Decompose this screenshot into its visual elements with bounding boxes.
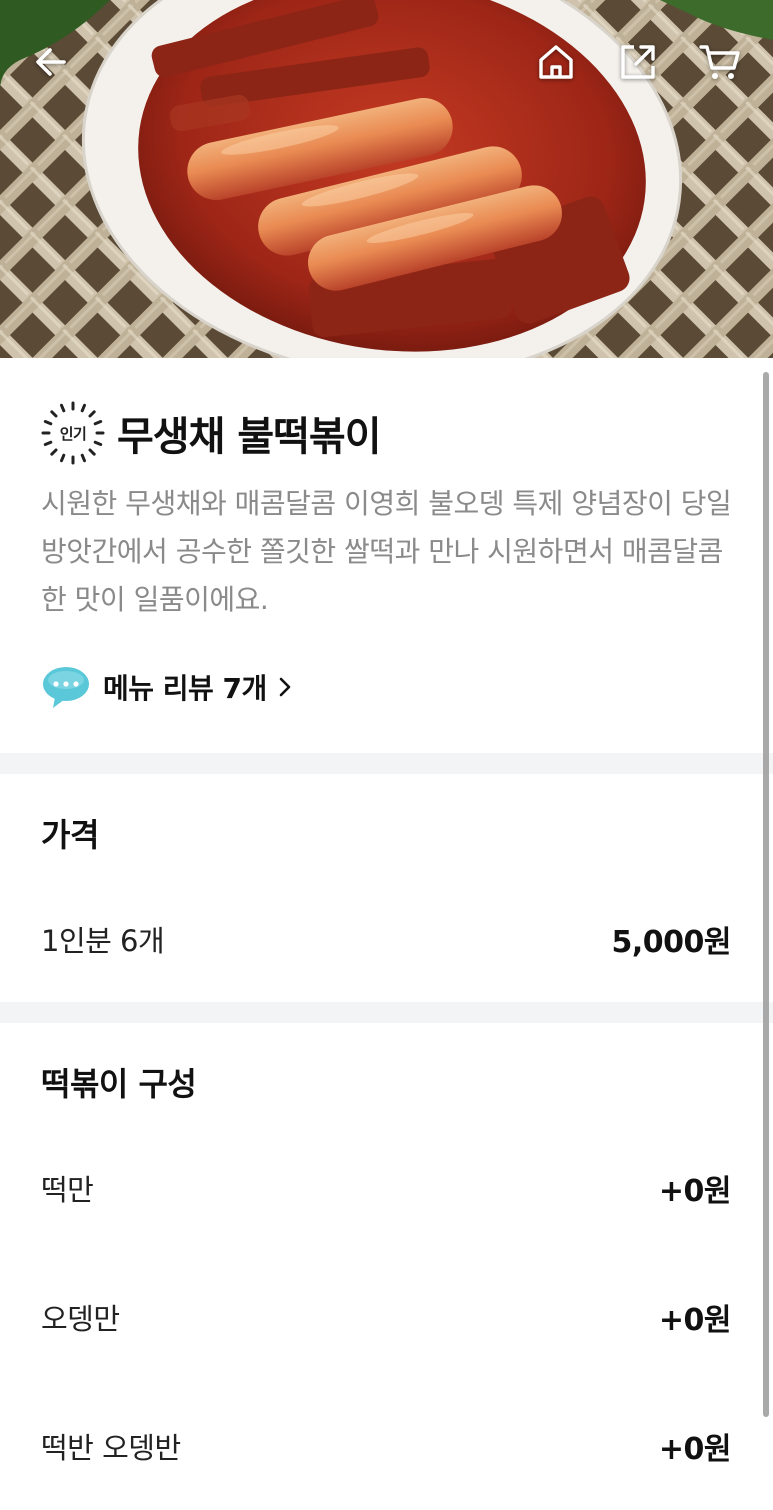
top-navigation-bar	[0, 0, 773, 130]
section-divider	[0, 1002, 773, 1023]
scrollbar[interactable]	[763, 372, 769, 1417]
composition-option-price: +0원	[658, 1174, 732, 1209]
menu-description: 시원한 무생채와 매콤달콤 이영희 불오뎅 특제 양념장이 당일 방앗간에서 공…	[41, 487, 732, 616]
price-section-title: 가격	[41, 816, 99, 854]
composition-option-label: 떡만	[41, 1173, 94, 1207]
home-icon	[539, 45, 573, 79]
composition-section-title: 떡볶이 구성	[41, 1065, 197, 1103]
composition-option-label: 오뎅만	[41, 1302, 120, 1336]
section-divider	[0, 753, 773, 774]
arrow-left-icon	[36, 48, 66, 76]
composition-option-row[interactable]: 떡반 오뎅반 +0원	[41, 1421, 732, 1471]
composition-option-price: +0원	[658, 1432, 732, 1467]
share-button[interactable]	[614, 38, 662, 86]
menu-info-section: 인기 무생채 불떡볶이 시원한 무생채와 매콤달콤 이영희 불오뎅 특제 양념장…	[0, 358, 773, 753]
composition-option-row[interactable]: 떡만 +0원	[41, 1163, 732, 1213]
back-button[interactable]	[27, 38, 75, 86]
composition-option-price: +0원	[658, 1303, 732, 1338]
share-icon	[621, 45, 655, 79]
menu-photo	[0, 0, 773, 358]
popular-badge-label: 인기	[59, 424, 87, 443]
menu-title: 무생채 불떡볶이	[117, 414, 382, 460]
composition-option-row[interactable]: 오뎅만 +0원	[41, 1292, 732, 1342]
cart-icon	[699, 45, 740, 79]
price-section: 가격 1인분 6개 5,000원	[0, 774, 773, 1002]
menu-review-link[interactable]: 메뉴 리뷰 7개	[41, 664, 293, 710]
home-button[interactable]	[532, 38, 580, 86]
chevron-right-icon	[279, 677, 291, 697]
menu-review-label: 메뉴 리뷰 7개	[103, 672, 267, 705]
price-option-value: 5,000원	[611, 925, 732, 960]
composition-option-label: 떡반 오뎅반	[41, 1431, 181, 1465]
cart-button[interactable]	[696, 38, 744, 86]
speech-bubble-icon	[43, 667, 89, 708]
composition-section: 떡볶이 구성 떡만 +0원 오뎅만 +0원 떡반 오뎅반 +0원	[0, 1023, 773, 1510]
price-option-label: 1인분 6개	[41, 924, 165, 958]
price-option-row[interactable]: 1인분 6개 5,000원	[41, 914, 731, 964]
popular-badge: 인기	[40, 400, 106, 466]
